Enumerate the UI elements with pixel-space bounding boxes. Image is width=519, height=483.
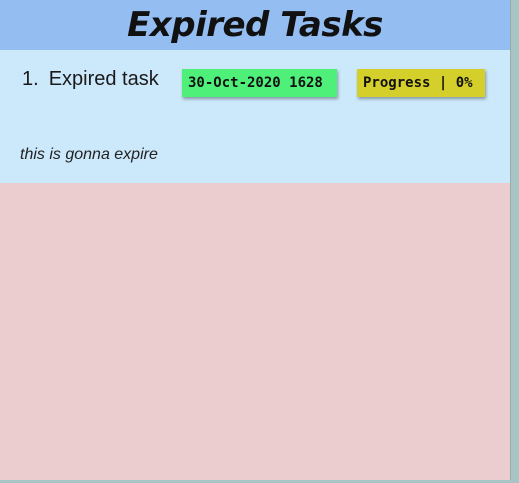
due-date-badge: 30-Oct-2020 1628 bbox=[182, 69, 337, 97]
task-index: 1. bbox=[22, 68, 39, 90]
progress-badge: Progress | 0% bbox=[357, 69, 485, 97]
task-card[interactable]: 1. Expired task 30-Oct-2020 1628 Progres… bbox=[0, 50, 510, 183]
task-description: this is gonna expire bbox=[20, 146, 158, 163]
progress-label: Progress | 0% bbox=[363, 75, 473, 91]
expired-tasks-window: Expired Tasks 1. Expired task 30-Oct-202… bbox=[0, 0, 511, 480]
page-title: Expired Tasks bbox=[127, 5, 383, 45]
task-header: 1. Expired task bbox=[22, 68, 159, 91]
task-title: Expired task bbox=[48, 68, 159, 90]
due-date-label: 30-Oct-2020 1628 bbox=[188, 75, 323, 91]
title-bar: Expired Tasks bbox=[0, 0, 510, 50]
